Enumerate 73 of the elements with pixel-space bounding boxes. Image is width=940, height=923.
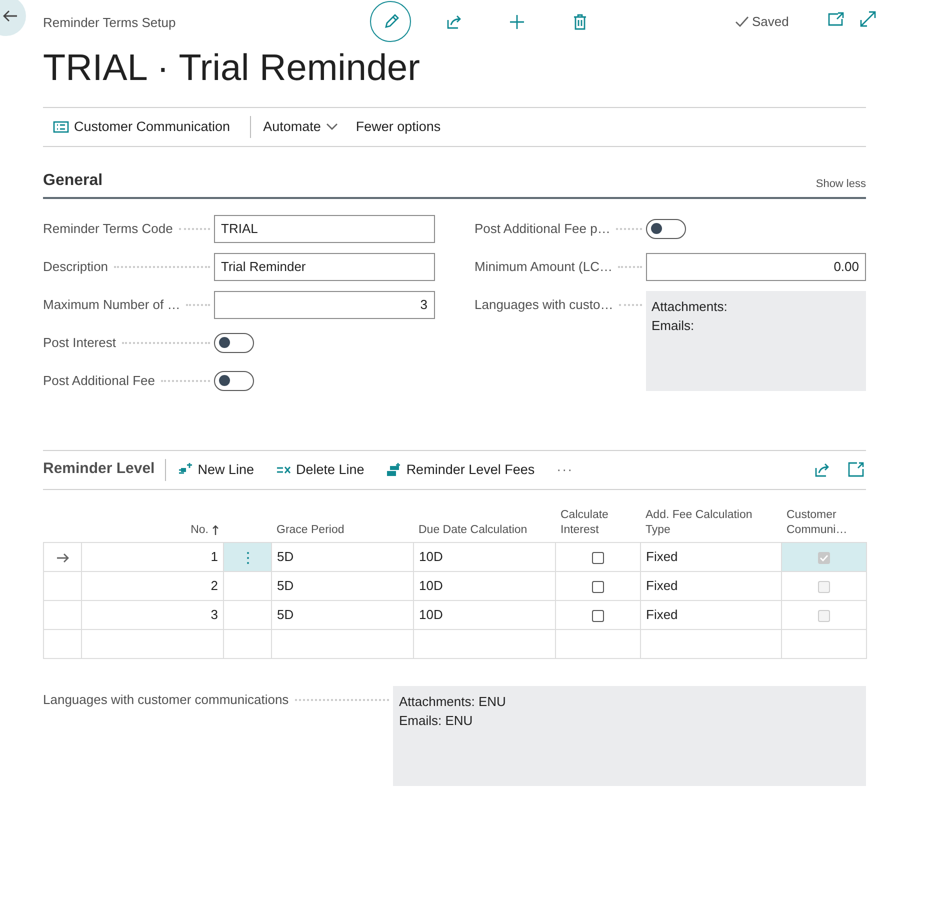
field-label: Minimum Amount (LC…	[474, 258, 612, 276]
column-header[interactable]: Add. Fee Calculation Type	[646, 508, 776, 538]
share-icon	[446, 14, 462, 30]
table-cell: Fixed	[646, 578, 678, 593]
column-header[interactable]: Calculate Interest	[560, 508, 636, 538]
column-header[interactable]: No.	[190, 524, 208, 536]
field-label: Reminder Terms Code	[43, 220, 173, 238]
checkbox[interactable]	[592, 552, 604, 564]
action-button[interactable]: Automate	[263, 116, 356, 137]
table-cell: 5D	[277, 578, 294, 593]
focus-mode-icon	[848, 462, 864, 478]
field-label: Languages with customer communications	[43, 690, 289, 709]
open-window-icon	[828, 12, 844, 26]
breadcrumb: Reminder Terms Setup	[43, 14, 176, 32]
note-line: Emails:	[652, 316, 696, 335]
stack-lines-icon	[386, 462, 402, 478]
column-header[interactable]: Grace Period	[276, 522, 408, 538]
table-cell: 10D	[419, 548, 443, 564]
checkmark-icon	[735, 16, 749, 28]
table-cell: 1	[210, 548, 218, 564]
expand-button[interactable]	[859, 10, 877, 28]
show-less-link[interactable]: Show less	[816, 176, 866, 193]
note-line: Attachments:	[652, 298, 728, 316]
row-selector[interactable]	[44, 542, 82, 572]
input-field[interactable]: TRIAL	[214, 214, 434, 243]
expand-icon	[860, 11, 876, 27]
action-button[interactable]: Reminder Level Fees	[386, 460, 535, 480]
toggle-switch[interactable]	[214, 332, 254, 353]
input-field[interactable]: Trial Reminder	[214, 252, 434, 281]
field-label: Description	[43, 258, 108, 276]
open-new-window-button[interactable]	[827, 10, 845, 28]
action-button[interactable]: Delete Line	[276, 460, 364, 480]
note-line: Emails: ENU	[399, 712, 474, 730]
pencil-icon	[382, 14, 398, 30]
table-cell: 2	[210, 578, 218, 593]
list-icon	[53, 120, 69, 133]
chevron-down-icon	[326, 122, 338, 131]
section-title: Reminder Level	[43, 459, 155, 480]
saved-status: Saved	[752, 13, 789, 31]
trash-icon	[572, 14, 586, 30]
input-field[interactable]: 3	[214, 290, 434, 319]
page-title: TRIAL · Trial Reminder	[43, 48, 421, 89]
toggle-switch[interactable]	[646, 218, 686, 239]
more-button[interactable]: ···	[556, 460, 574, 480]
back-arrow-icon	[2, 9, 18, 23]
table-cell: Fixed	[646, 548, 678, 564]
field-label: Languages with custo…	[474, 296, 614, 314]
field-label: Post Interest	[43, 334, 116, 352]
edit-button[interactable]	[370, 1, 411, 42]
field-label: Post Additional Fee	[43, 372, 156, 390]
table-cell: Fixed	[646, 606, 678, 622]
checkbox[interactable]	[592, 580, 604, 592]
input-field[interactable]: 0.00	[646, 252, 866, 281]
table-cell: 3	[210, 606, 218, 622]
field-label: Maximum Number of …	[43, 296, 180, 314]
more-vertical-icon	[246, 550, 250, 564]
action-button[interactable]: New Line	[178, 460, 254, 480]
action-button[interactable]: Customer Communication	[53, 116, 240, 137]
action-button[interactable]: Fewer options	[356, 116, 451, 137]
checkbox[interactable]	[592, 610, 604, 622]
row-pointer-icon	[56, 552, 68, 562]
column-header[interactable]: Customer Communi…	[786, 508, 862, 538]
field-label: Post Additional Fee p…	[474, 220, 610, 238]
table-cell: 10D	[419, 606, 443, 622]
column-header[interactable]: Due Date Calculation	[418, 522, 550, 538]
table-cell: 10D	[419, 578, 443, 593]
note-line: Attachments: ENU	[399, 692, 507, 711]
toggle-switch[interactable]	[214, 370, 254, 391]
table-cell: 5D	[277, 548, 294, 564]
table-cell: 5D	[277, 606, 294, 622]
section-title: General	[43, 170, 103, 191]
share-icon	[814, 462, 830, 478]
plus-icon	[508, 14, 524, 30]
